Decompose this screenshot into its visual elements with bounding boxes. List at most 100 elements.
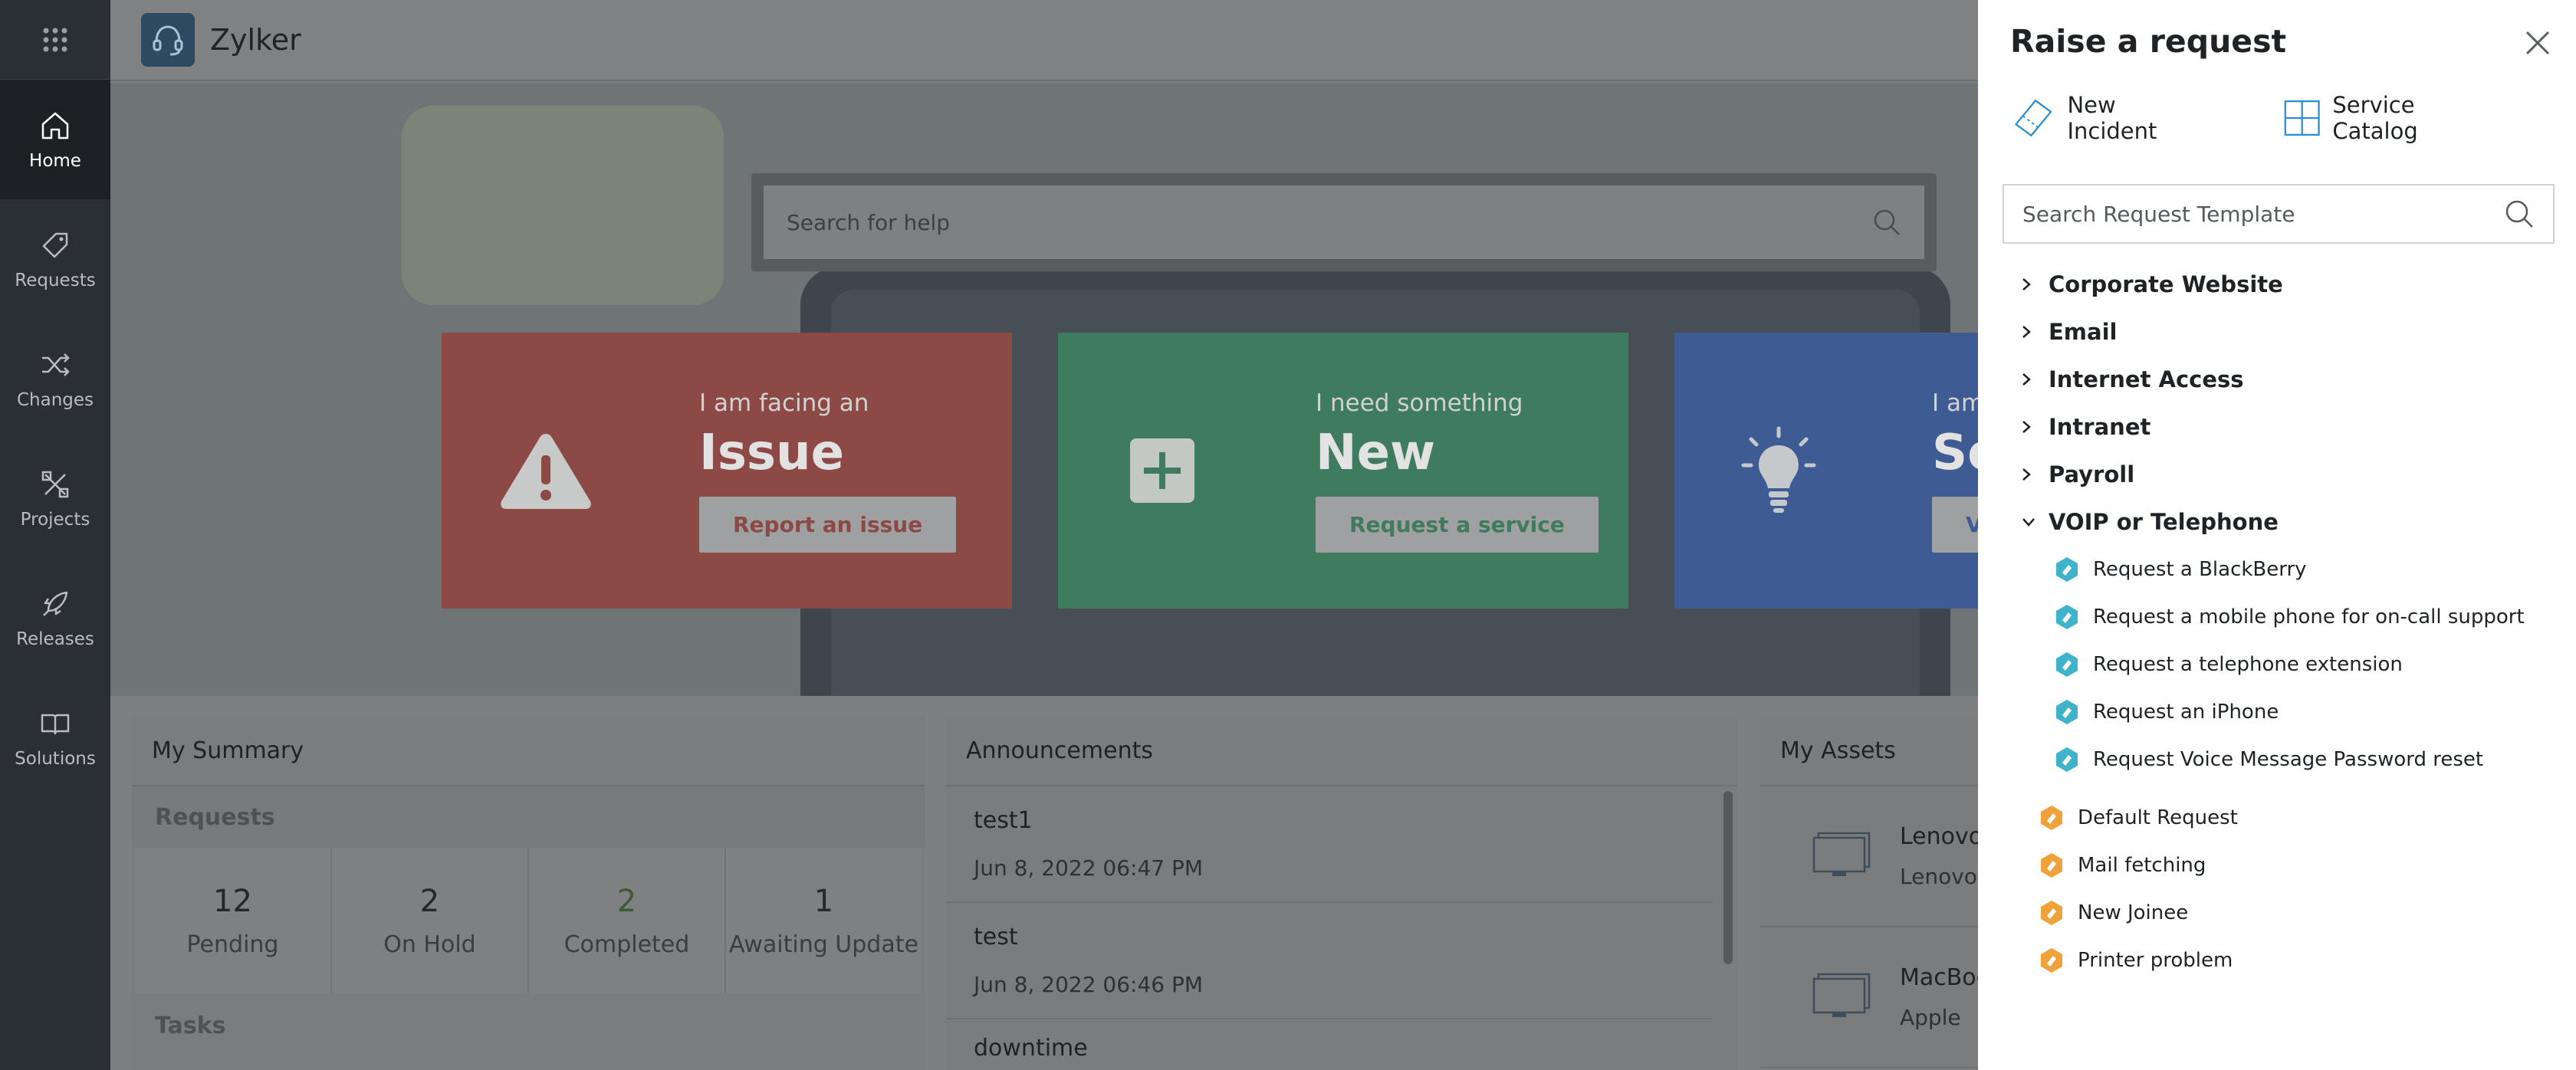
stat-label: Completed: [564, 931, 690, 958]
plus-icon: [1130, 438, 1194, 503]
background-decor: [402, 106, 724, 305]
announcement-item[interactable]: test Jun 8, 2022 06:46 PM: [946, 903, 1713, 1019]
incident-template-icon: [2041, 901, 2062, 925]
nav-item-solutions[interactable]: Solutions: [0, 678, 110, 797]
request-service-button[interactable]: Request a service: [1316, 496, 1598, 553]
announcements-scrollbar[interactable]: [1723, 791, 1733, 964]
service-template-icon: [2056, 700, 2078, 724]
warning-icon: [501, 434, 591, 509]
chevron-right-icon: [2022, 468, 2031, 481]
stat-completed[interactable]: 2 Completed: [529, 848, 726, 993]
tab-service-catalog[interactable]: Service Catalog: [2284, 92, 2492, 144]
asset-item[interactable]: Lenovo Lenovo: [1760, 786, 1990, 927]
incident-template-icon: [2041, 853, 2062, 878]
group-label: Intranet: [2049, 414, 2151, 440]
group-corporate-website[interactable]: Corporate Website: [2021, 261, 2558, 308]
announcement-date: Jun 8, 2022 06:46 PM: [974, 972, 1204, 997]
template-item[interactable]: Request a BlackBerry: [2021, 546, 2558, 593]
tab-label: Service Catalog: [2332, 92, 2418, 144]
nav-item-label: Requests: [15, 271, 96, 290]
top-bar: Zylker: [110, 0, 1981, 81]
service-template-icon: [2056, 747, 2078, 772]
nav-item-changes[interactable]: Changes: [0, 319, 110, 438]
chevron-right-icon: [2022, 278, 2031, 290]
announcements-panel: Announcements test1 Jun 8, 2022 06:47 PM…: [946, 716, 1737, 1070]
home-icon: [41, 112, 69, 139]
projects-icon: [41, 471, 69, 498]
nav-item-requests[interactable]: Requests: [0, 199, 110, 319]
announcement-item[interactable]: downtime: [946, 1019, 1713, 1070]
announcement-title: downtime: [974, 1035, 1088, 1062]
nav-item-label: Solutions: [15, 749, 96, 769]
stat-label: Awaiting Update: [729, 931, 918, 958]
panel-title: My Assets: [1760, 716, 1990, 786]
stat-label: On Hold: [383, 931, 476, 958]
card-title: Issue: [699, 424, 844, 481]
group-internet-access[interactable]: Internet Access: [2021, 356, 2558, 403]
stat-awaiting-update[interactable]: 1 Awaiting Update: [726, 848, 922, 993]
asset-maker: Apple: [1899, 1005, 1961, 1030]
service-template-icon: [2056, 605, 2078, 629]
incident-template-icon: [2041, 948, 2062, 973]
incident-template-item[interactable]: Default Request: [2021, 794, 2558, 842]
monitor-icon: [1812, 832, 1871, 876]
group-email[interactable]: Email: [2021, 308, 2558, 356]
asset-name: Lenovo: [1900, 823, 1983, 850]
template-search-input[interactable]: [2022, 201, 2473, 227]
shuffle-icon: [42, 353, 70, 376]
group-label: VOIP or Telephone: [2049, 509, 2279, 535]
template-search-box[interactable]: [2003, 184, 2555, 244]
group-intranet[interactable]: Intranet: [2021, 403, 2558, 451]
panel-title: Announcements: [946, 716, 1737, 786]
help-search-input[interactable]: [787, 209, 1790, 235]
group-voip-or-telephone[interactable]: VOIP or Telephone: [2021, 498, 2558, 546]
incident-template-item[interactable]: Printer problem: [2021, 937, 2558, 984]
group-label: Email: [2049, 319, 2118, 345]
template-item[interactable]: Request a telephone extension: [2021, 641, 2558, 688]
template-item[interactable]: Request an iPhone: [2021, 688, 2558, 736]
grid-icon: [2284, 100, 2320, 136]
stat-pending[interactable]: 12 Pending: [135, 848, 332, 993]
search-icon[interactable]: [2504, 199, 2535, 229]
chevron-right-icon: [2022, 326, 2031, 338]
template-item[interactable]: Request Voice Message Password reset: [2021, 736, 2558, 783]
chevron-right-icon: [2022, 373, 2031, 386]
brand-name: Zylker: [210, 23, 301, 57]
help-search-box[interactable]: [764, 185, 1924, 259]
nav-item-label: Releases: [16, 629, 94, 649]
asset-item[interactable]: MacBoo Apple: [1760, 927, 1990, 1068]
incident-template-item[interactable]: New Joinee: [2021, 889, 2558, 937]
asset-name: MacBoo: [1899, 964, 1990, 991]
panel-title: My Summary: [132, 716, 925, 786]
incident-template-icon: [2041, 806, 2062, 830]
request-stats: 12 Pending 2 On Hold 2 Completed 1 Await…: [135, 848, 922, 993]
lightbulb-icon: [1741, 426, 1816, 513]
ticket-icon: [2015, 100, 2052, 136]
nav-item-releases[interactable]: Releases: [0, 558, 110, 678]
ticket-icon: [42, 232, 68, 258]
nav-item-home[interactable]: Home: [0, 80, 110, 199]
template-label: Printer problem: [2078, 949, 2233, 972]
stat-on-hold[interactable]: 2 On Hold: [332, 848, 529, 993]
group-payroll[interactable]: Payroll: [2021, 451, 2558, 498]
card-lead-text: I need something: [1316, 389, 1523, 417]
my-summary-panel: My Summary Requests 12 Pending 2 On Hold…: [132, 716, 925, 1070]
chevron-right-icon: [2022, 421, 2031, 433]
close-icon[interactable]: [2522, 28, 2553, 58]
nav-item-projects[interactable]: Projects: [0, 438, 110, 558]
announcement-item[interactable]: test1 Jun 8, 2022 06:47 PM: [946, 786, 1713, 903]
drawer-title: Raise a request: [2010, 23, 2287, 60]
tasks-subheading: Tasks: [155, 1012, 226, 1039]
search-icon[interactable]: [1872, 208, 1901, 237]
stat-value: 2: [616, 883, 637, 919]
template-item[interactable]: Request a mobile phone for on-call suppo…: [2021, 593, 2558, 641]
service-template-icon: [2056, 652, 2078, 677]
app-launcher-button[interactable]: [0, 0, 110, 80]
tab-new-incident[interactable]: New Incident: [2012, 92, 2200, 144]
brand-logo[interactable]: [141, 13, 195, 67]
incident-template-item[interactable]: Mail fetching: [2021, 842, 2558, 889]
group-label: Payroll: [2049, 461, 2135, 487]
template-tree: Corporate Website Email Internet Access …: [2021, 261, 2558, 984]
report-issue-button[interactable]: Report an issue: [699, 496, 957, 553]
raise-request-drawer: Raise a request New Incident Service Cat…: [1978, 0, 2576, 1070]
